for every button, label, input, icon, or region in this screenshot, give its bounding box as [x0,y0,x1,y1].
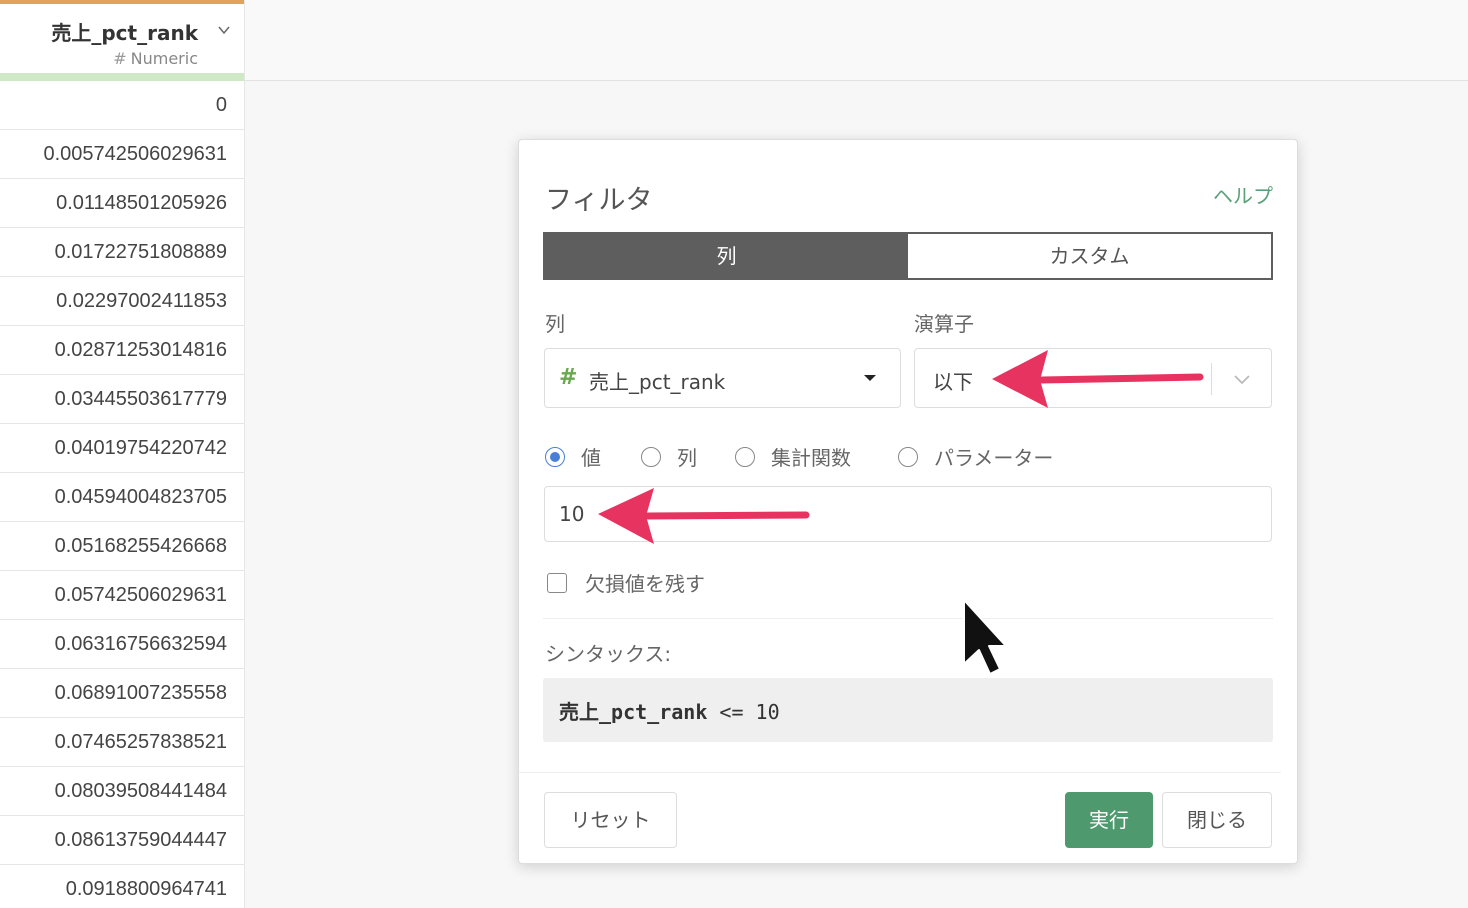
column-value-cell: 0.07465257838521 [0,718,244,767]
operator-label: 演算子 [914,312,974,336]
tab-column[interactable]: 列 [545,234,908,278]
chevron-down-icon[interactable] [218,24,230,36]
column-value-cell: 0.005742506029631 [0,130,244,179]
column-select[interactable]: # 売上_pct_rank [544,348,901,408]
divider [543,618,1273,619]
keep-missing-label: 欠損値を残す [585,572,705,596]
column-value-cell: 0.06891007235558 [0,669,244,718]
radio-aggregate[interactable]: 集計関数 [735,442,851,471]
radio-label: 列 [677,446,697,470]
keep-missing-checkbox[interactable]: 欠損値を残す [547,568,705,597]
radio-label: 集計関数 [771,446,851,470]
column-quality-bar [0,73,244,81]
column-value-cell: 0.04019754220742 [0,424,244,473]
column-value-cell: 0.08613759044447 [0,816,244,865]
select-separator [1211,363,1212,395]
radio-parameter[interactable]: パラメーター [898,442,1053,471]
numeric-type-icon: # [559,365,578,390]
column-value-cell: 0.02871253014816 [0,326,244,375]
column-type-label: Numeric [130,49,198,68]
syntax-preview: 売上_pct_rank <= 10 [543,678,1273,742]
operator-select[interactable]: 以下 [914,348,1272,408]
column-value-cell: 0.02297002411853 [0,277,244,326]
column-value-cell: 0.0918800964741 [0,865,244,908]
radio-button[interactable] [898,446,918,467]
column-value-cell: 0.01148501205926 [0,179,244,228]
radio-value[interactable]: 値 [545,442,601,471]
column-value-cell: 0.04594004823705 [0,473,244,522]
radio-button[interactable] [641,446,661,467]
column-value-cell: 0.01722751808889 [0,228,244,277]
caret-down-icon [864,375,876,381]
data-column-panel: 売上_pct_rank # Numeric 0 0.005742506029631 0… [0,0,245,908]
syntax-label: シンタックス: [545,642,672,666]
syntax-column: 売上_pct_rank [559,700,708,724]
numeric-type-icon: # [113,49,127,68]
app-window: 売上_pct_rank # Numeric 0 0.005742506029631 0… [0,0,1468,908]
column-header-name: 売上_pct_rank [51,21,198,45]
column-value-cell: 0 [0,81,244,130]
filter-dialog: フィルタ ヘルプ 列 カスタム 列 演算子 # 売上_pct_rank 以下 値 [518,139,1298,864]
radio-label: 値 [581,446,601,470]
column-values: 0 0.005742506029631 0.01148501205926 0.0172… [0,81,244,908]
column-value-cell: 0.03445503617779 [0,375,244,424]
column-header[interactable]: 売上_pct_rank # Numeric [0,0,244,81]
help-link[interactable]: ヘルプ [1213,180,1273,209]
value-input[interactable] [544,486,1272,542]
radio-button[interactable] [735,446,755,467]
dialog-title: フィルタ [545,185,653,216]
column-value-cell: 0.08039508441484 [0,767,244,816]
radio-column[interactable]: 列 [641,442,697,471]
column-value-cell: 0.06316756632594 [0,620,244,669]
run-button[interactable]: 実行 [1065,792,1153,848]
column-value-cell: 0.05168255426668 [0,522,244,571]
column-label: 列 [545,312,565,336]
column-select-value: 売上_pct_rank [589,370,726,394]
filter-mode-tabs: 列 カスタム [543,232,1273,280]
column-type: # Numeric [113,49,198,68]
column-value-cell: 0.05742506029631 [0,571,244,620]
close-button[interactable]: 閉じる [1162,792,1272,848]
radio-button[interactable] [545,446,565,467]
operator-select-value: 以下 [933,370,973,394]
reset-button[interactable]: リセット [544,792,677,848]
top-toolbar-area [245,0,1468,81]
radio-label: パラメーター [934,446,1054,470]
divider [519,772,1281,773]
syntax-expression: <= 10 [707,700,780,724]
checkbox[interactable] [547,572,567,593]
tab-custom[interactable]: カスタム [908,234,1271,278]
chevron-down-icon[interactable] [1233,372,1251,386]
